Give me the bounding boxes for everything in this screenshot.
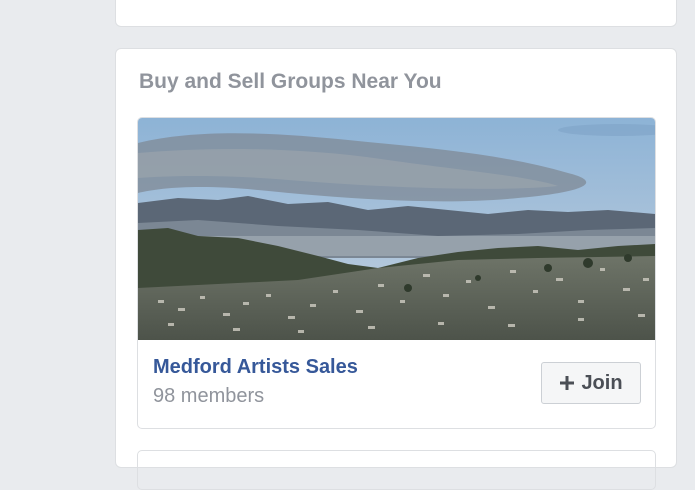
group-cover-photo[interactable] (138, 118, 655, 340)
join-button-label: Join (581, 371, 623, 394)
group-member-count: 98 members (153, 385, 265, 407)
next-group-card[interactable] (137, 450, 656, 490)
group-suggestions-card: Buy and Sell Groups Near You Medford Art… (115, 48, 677, 490)
previous-card (115, 0, 677, 27)
plus-icon (560, 376, 575, 390)
section-title: Buy and Sell Groups Near You (139, 70, 442, 93)
join-group-button[interactable]: Join (541, 362, 641, 404)
group-name-link[interactable]: Medford Artists Sales (153, 356, 358, 379)
group-card[interactable]: Medford Artists Sales 98 members Join (137, 117, 656, 429)
